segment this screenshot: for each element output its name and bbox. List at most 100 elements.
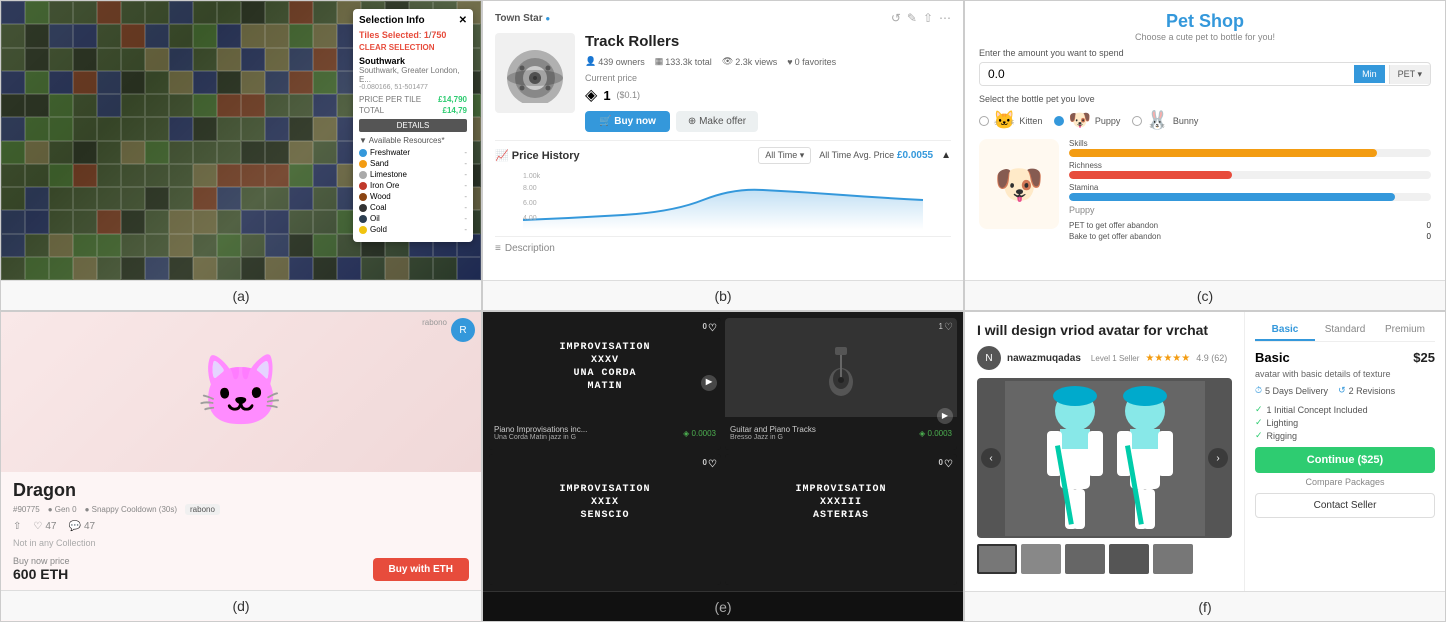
tab-basic[interactable]: Basic <box>1255 320 1315 341</box>
thumb-2[interactable] <box>1021 544 1061 574</box>
resource-item: Sand- <box>359 159 467 168</box>
thumb-1[interactable] <box>977 544 1017 574</box>
share-icon[interactable]: ⇧ <box>923 11 933 25</box>
b-product-row: Track Rollers 👤439 owners ▦133.3k total … <box>495 33 951 132</box>
comment-action[interactable]: 💬 47 <box>68 521 95 532</box>
like-count-1: 0 <box>703 322 707 332</box>
collapse-icon[interactable]: ▲ <box>941 150 951 161</box>
eth-icon: ◈ <box>683 429 689 438</box>
kitten-radio[interactable] <box>979 116 989 126</box>
play-button-2[interactable]: ▶ <box>937 408 953 417</box>
heart-icon: ♡ <box>708 322 717 335</box>
puppy-label: Puppy <box>1095 116 1121 126</box>
tiles-count: Tiles Selected: 1/750 <box>359 30 467 40</box>
cell-f-label: (f) <box>965 591 1445 621</box>
card1-info: Piano Improvisations inc... Una Corda Ma… <box>494 425 587 441</box>
offer-icon: ⊕ <box>688 116 696 127</box>
details-button[interactable]: DETAILS <box>359 119 467 132</box>
tab-premium[interactable]: Premium <box>1375 320 1435 341</box>
thumb-5[interactable] <box>1153 544 1193 574</box>
refresh-icon[interactable]: ↺ <box>891 11 901 25</box>
compare-packages-link[interactable]: Compare Packages <box>1255 477 1435 487</box>
puppy-icon: 🐶 <box>1068 110 1090 131</box>
seller-name[interactable]: nawazmuqadas <box>1007 353 1081 364</box>
thumb-3[interactable] <box>1065 544 1105 574</box>
heart-icon-4: ♡ <box>944 458 953 471</box>
contact-seller-button[interactable]: Contact Seller <box>1255 493 1435 518</box>
music-card-2[interactable]: ♡ 1 ▶ Guitar and Piano Tracks <box>725 318 957 450</box>
skills-label: Skills <box>1069 139 1431 148</box>
card4-bottom <box>725 552 957 585</box>
pet-option-kitten[interactable]: 🐱 Kitten <box>979 110 1042 131</box>
clear-selection-btn[interactable]: CLEAR SELECTION <box>359 43 467 52</box>
share-action[interactable]: ⇧ <box>13 521 21 532</box>
amount-input[interactable] <box>980 63 1350 85</box>
kitten-icon: 🐱 <box>993 110 1015 131</box>
stamina-bar-track <box>1069 193 1431 201</box>
like-count: 47 <box>45 521 56 532</box>
pet-options: 🐱 Kitten 🐶 Puppy 🐰 Bunny <box>979 110 1431 131</box>
card1-text: IMPROVISATIONXXXVUNA CORDAMATIN <box>549 331 660 403</box>
collection-status: Not in any Collection <box>13 538 469 548</box>
gig-title: I will design vriod avatar for vrchat <box>977 322 1232 338</box>
cell-c-inner: Pet Shop Choose a cute pet to bottle for… <box>965 1 1445 280</box>
more-icon[interactable]: ⋯ <box>939 11 951 25</box>
heart-icon-3: ♡ <box>708 458 717 471</box>
cell-e: ♡ 0 IMPROVISATIONXXXVUNA CORDAMATIN ▶ Pi… <box>482 311 964 622</box>
nft-gen: ● Gen 0 <box>48 505 77 514</box>
nft-info: Dragon #90775 ● Gen 0 ● Snappy Cooldown … <box>1 472 481 590</box>
price-value: 600 ETH <box>13 566 70 582</box>
thumbnail-strip <box>977 544 1232 574</box>
close-icon[interactable]: ✕ <box>459 15 467 26</box>
bunny-label: Bunny <box>1173 116 1199 126</box>
stamina-bar-fill <box>1069 193 1395 201</box>
play-button-1[interactable]: ▶ <box>701 375 717 391</box>
card4-text: IMPROVISATIONXXXIIIASTERIAS <box>785 473 896 532</box>
stat-total: ▦133.3k total <box>655 56 712 67</box>
continue-button[interactable]: Continue ($25) <box>1255 447 1435 473</box>
music-card-4[interactable]: ♡ 0 IMPROVISATIONXXXIIIASTERIAS <box>725 454 957 586</box>
avatar-preview-svg <box>1005 381 1205 536</box>
bunny-radio[interactable] <box>1132 116 1142 126</box>
music-card-1[interactable]: ♡ 0 IMPROVISATIONXXXVUNA CORDAMATIN ▶ Pi… <box>489 318 721 450</box>
richness-label: Richness <box>1069 161 1431 170</box>
delivery-info: ⏱ 5 Days Delivery ↺ 2 Revisions <box>1255 385 1435 396</box>
next-image-button[interactable]: › <box>1208 448 1228 468</box>
abandon-row-2: Bake to get offer abandon 0 <box>1069 232 1431 241</box>
card2-title: Guitar and Piano Tracks <box>730 425 816 434</box>
price-per-tile: PRICE PER TILE £14,790 <box>359 95 467 104</box>
prev-image-button[interactable]: ‹ <box>981 448 1001 468</box>
puppy-radio[interactable] <box>1054 116 1064 126</box>
nft-title: Dragon <box>13 480 469 501</box>
current-price-label: Current price <box>585 73 951 83</box>
card2-price: ◈ 0.0003 <box>919 429 952 438</box>
buy-with-eth-button[interactable]: Buy with ETH <box>373 558 469 581</box>
make-offer-button[interactable]: ⊕ Make offer <box>676 111 758 132</box>
like-action[interactable]: ♡ 47 <box>33 521 56 532</box>
main-grid: Selection Info ✕ Tiles Selected: 1/750 C… <box>0 0 1446 622</box>
card3-text: IMPROVISATIONXXIXSENSCIO <box>549 473 660 532</box>
abandon-table: PET to get offer abandon 0 Bake to get o… <box>1069 221 1431 241</box>
min-button[interactable]: Min <box>1354 65 1385 83</box>
thumb-4[interactable] <box>1109 544 1149 574</box>
nft-price-row: Buy now price 600 ETH Buy with ETH <box>13 556 469 582</box>
price-chart-svg: 1.00k 8.00 6.00 4.00 <box>495 170 951 230</box>
tab-standard[interactable]: Standard <box>1315 320 1375 341</box>
card2-subtitle: Bresso Jazz in G <box>730 434 816 441</box>
cell-e-label: (e) <box>483 591 963 621</box>
resource-item: Oil- <box>359 214 467 223</box>
pet-option-puppy[interactable]: 🐶 Puppy <box>1054 110 1120 131</box>
cell-b-label: (b) <box>483 280 963 310</box>
plan-header: Basic $25 <box>1255 350 1435 365</box>
edit-icon[interactable]: ✎ <box>907 11 917 25</box>
time-selector[interactable]: All Time ▾ <box>758 147 811 164</box>
nft-cooldown: ● Snappy Cooldown (30s) <box>85 505 177 514</box>
seller-avatar: N <box>977 346 1001 370</box>
pet-selector[interactable]: PET ▾ <box>1389 65 1430 84</box>
music-card-3[interactable]: ♡ 0 IMPROVISATIONXXIXSENSCIO <box>489 454 721 586</box>
user-avatar: R <box>451 318 475 342</box>
buy-now-button[interactable]: 🛒 Buy now <box>585 111 670 132</box>
resources-title: ▼ Available Resources* <box>359 136 467 145</box>
pet-option-bunny[interactable]: 🐰 Bunny <box>1132 110 1198 131</box>
guitar-icon <box>821 337 861 397</box>
